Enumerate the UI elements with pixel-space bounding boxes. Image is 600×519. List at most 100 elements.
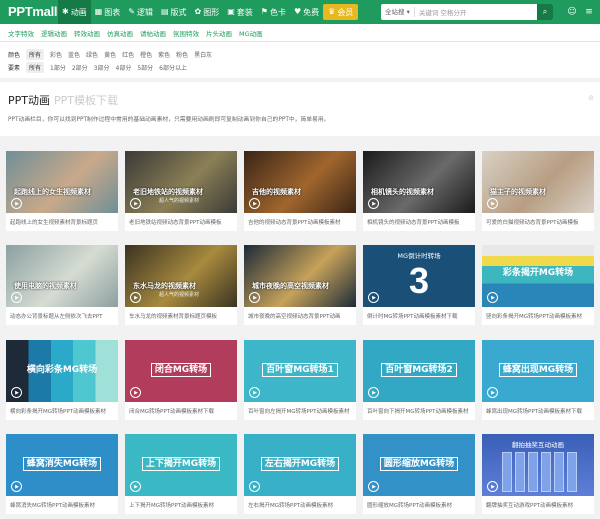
template-card[interactable]: MG倒计时转场 3 ▶ 倒计时MG转场PPT动画模板素材下载	[363, 245, 475, 325]
play-icon[interactable]: ▶	[487, 198, 498, 209]
subnav-link[interactable]: 文字特效	[8, 28, 34, 38]
filter-option[interactable]: 3部分	[94, 63, 110, 72]
template-card[interactable]: 起跑线上的女生视频素材 ▶ 起跑线上的女生视频素材背景标题页	[6, 151, 118, 231]
card-caption[interactable]: 城市夜晚的高空视频动态背景PPT动画	[248, 312, 354, 320]
nav-item-7[interactable]: ♥ 免费	[290, 0, 323, 24]
subnav-link[interactable]: 片头动画	[206, 28, 232, 38]
template-card[interactable]: 东水马龙的视频素材 超人气的视频素材 ▶ 车水马龙的视频素材背景标题页模板	[125, 245, 237, 325]
nav-item-5[interactable]: ▣ 套装	[223, 0, 257, 24]
template-card[interactable]: 上下揭开MG转场 ▶ 上下揭开MG转场PPT动画模板素材	[125, 434, 237, 514]
filter-option[interactable]: 所有	[26, 62, 45, 73]
subnav-link[interactable]: 请帖动画	[140, 28, 166, 38]
card-caption[interactable]: 上下揭开MG转场PPT动画模板素材	[129, 501, 235, 509]
nav-item-8[interactable]: ♛ 会员	[323, 4, 359, 20]
card-caption[interactable]: 翻牌抽奖互动游戏PPT动画模板素材	[486, 501, 592, 509]
card-caption[interactable]: 吉他的视频动态背景PPT动画模板素材	[248, 218, 354, 226]
play-icon[interactable]: ▶	[11, 198, 22, 209]
filter-option[interactable]: 红色	[122, 50, 134, 59]
play-icon[interactable]: ▶	[11, 481, 22, 492]
card-caption[interactable]: 相机镜头的视频动态背景PPT动画模板	[367, 218, 473, 226]
template-card[interactable]: 相机镜头的视频素材 ▶ 相机镜头的视频动态背景PPT动画模板	[363, 151, 475, 231]
filter-option[interactable]: 1部分	[50, 63, 66, 72]
template-card[interactable]: 使用电脑的视频素材 ▶ 动态办公背景标题从左侧依次飞去PPT	[6, 245, 118, 325]
play-icon[interactable]: ▶	[368, 387, 379, 398]
play-icon[interactable]: ▶	[368, 481, 379, 492]
play-icon[interactable]: ▶	[130, 387, 141, 398]
filter-option[interactable]: 绿色	[86, 50, 98, 59]
card-thumbnail[interactable]: 闭合MG转场 ▶	[125, 340, 237, 402]
play-icon[interactable]: ▶	[130, 481, 141, 492]
card-thumbnail[interactable]: 圆形缩放MG转场 ▶	[363, 434, 475, 496]
card-thumbnail[interactable]: 相机镜头的视频素材 ▶	[363, 151, 475, 213]
card-thumbnail[interactable]: 百叶窗MG转场2 ▶	[363, 340, 475, 402]
filter-option[interactable]: 彩色	[50, 50, 62, 59]
template-card[interactable]: 横向彩条MG转场 ▶ 横向彩条揭开MG转场PPT动画模板素材	[6, 340, 118, 420]
template-card[interactable]: 猫主子的视频素材 ▶ 可爱的白猫视频动态背景PPT动画模板	[482, 151, 594, 231]
card-thumbnail[interactable]: 彩条揭开MG转场 ▶	[482, 245, 594, 307]
template-card[interactable]: 吉他的视频素材 ▶ 吉他的视频动态背景PPT动画模板素材	[244, 151, 356, 231]
filter-option[interactable]: 5部分	[137, 63, 153, 72]
play-icon[interactable]: ▶	[130, 292, 141, 303]
card-thumbnail[interactable]: 横向彩条MG转场 ▶	[6, 340, 118, 402]
card-thumbnail[interactable]: 蜂窝出现MG转场 ▶	[482, 340, 594, 402]
play-icon[interactable]: ▶	[487, 292, 498, 303]
subnav-link[interactable]: 逻辑动画	[41, 28, 67, 38]
filter-option[interactable]: 橙色	[140, 50, 152, 59]
play-icon[interactable]: ▶	[487, 387, 498, 398]
nav-item-6[interactable]: ⚑ 色卡	[257, 0, 290, 24]
search-scope-select[interactable]: 全站搜 ▾	[381, 7, 415, 17]
subnav-link[interactable]: 转效动画	[74, 28, 100, 38]
filter-option[interactable]: 6部分以上	[159, 63, 187, 72]
card-caption[interactable]: 竖向彩条揭开MG转场PPT动画模板素材	[486, 312, 592, 320]
card-caption[interactable]: 起跑线上的女生视频素材背景标题页	[10, 218, 116, 226]
subnav-link[interactable]: 氛围特效	[173, 28, 199, 38]
play-icon[interactable]: ▶	[249, 481, 260, 492]
nav-item-4[interactable]: ✿ 图形	[191, 0, 224, 24]
card-thumbnail[interactable]: 上下揭开MG转场 ▶	[125, 434, 237, 496]
card-thumbnail[interactable]: 城市夜晚的高空视频素材 ▶	[244, 245, 356, 307]
menu-icon[interactable]: ≡	[581, 4, 597, 20]
play-icon[interactable]: ▶	[368, 292, 379, 303]
card-caption[interactable]: 蜂窝出现MG转场PPT动画模板素材下载	[486, 407, 592, 415]
card-thumbnail[interactable]: 左右揭开MG转场 ▶	[244, 434, 356, 496]
rss-icon[interactable]: ⊘	[588, 94, 594, 102]
play-icon[interactable]: ▶	[249, 198, 260, 209]
card-caption[interactable]: 蜂窝消失MG转场PPT动画模板素材	[10, 501, 116, 509]
filter-option[interactable]: 黄色	[104, 50, 116, 59]
search-icon[interactable]: ⌕	[537, 4, 553, 20]
nav-item-0[interactable]: ✱ 动画	[58, 0, 91, 24]
template-card[interactable]: 百叶窗MG转场1 ▶ 百叶窗向左揭开MG转场PPT动画模板素材	[244, 340, 356, 420]
subnav-link[interactable]: MG动画	[239, 28, 263, 38]
play-icon[interactable]: ▶	[249, 292, 260, 303]
card-caption[interactable]: 动态办公背景标题从左侧依次飞去PPT	[10, 312, 116, 320]
play-icon[interactable]: ▶	[130, 198, 141, 209]
card-thumbnail[interactable]: 吉他的视频素材 ▶	[244, 151, 356, 213]
play-icon[interactable]: ▶	[487, 481, 498, 492]
subnav-link[interactable]: 仿真动画	[107, 28, 133, 38]
card-caption[interactable]: 左右揭开MG转场PPT动画模板素材	[248, 501, 354, 509]
card-thumbnail[interactable]: 猫主子的视频素材 ▶	[482, 151, 594, 213]
filter-option[interactable]: 黑白灰	[194, 50, 212, 59]
card-thumbnail[interactable]: 翻拍抽奖互动动画 ▶	[482, 434, 594, 496]
template-card[interactable]: 蜂窝出现MG转场 ▶ 蜂窝出现MG转场PPT动画模板素材下载	[482, 340, 594, 420]
template-card[interactable]: 百叶窗MG转场2 ▶ 百叶窗向下揭开MG转场PPT动画模板素材	[363, 340, 475, 420]
nav-item-1[interactable]: ▦ 图表	[91, 0, 125, 24]
card-thumbnail[interactable]: 东水马龙的视频素材 超人气的视频素材 ▶	[125, 245, 237, 307]
nav-item-3[interactable]: ▤ 版式	[157, 0, 191, 24]
play-icon[interactable]: ▶	[249, 387, 260, 398]
filter-option[interactable]: 紫色	[158, 50, 170, 59]
card-caption[interactable]: 倒计时MG转场PPT动画模板素材下载	[367, 312, 473, 320]
card-caption[interactable]: 闭合MG转场PPT动画模板素材下载	[129, 407, 235, 415]
site-logo[interactable]: PPTmall	[0, 0, 58, 24]
card-thumbnail[interactable]: 使用电脑的视频素材 ▶	[6, 245, 118, 307]
template-card[interactable]: 闭合MG转场 ▶ 闭合MG转场PPT动画模板素材下载	[125, 340, 237, 420]
template-card[interactable]: 彩条揭开MG转场 ▶ 竖向彩条揭开MG转场PPT动画模板素材	[482, 245, 594, 325]
filter-option[interactable]: 所有	[26, 49, 45, 60]
play-icon[interactable]: ▶	[11, 292, 22, 303]
card-caption[interactable]: 圆形缩放MG转场PPT动画模板素材	[367, 501, 473, 509]
card-thumbnail[interactable]: MG倒计时转场 3 ▶	[363, 245, 475, 307]
nav-item-2[interactable]: ✎ 逻辑	[124, 0, 157, 24]
card-thumbnail[interactable]: 百叶窗MG转场1 ▶	[244, 340, 356, 402]
template-card[interactable]: 蜂窝消失MG转场 ▶ 蜂窝消失MG转场PPT动画模板素材	[6, 434, 118, 514]
filter-option[interactable]: 粉色	[176, 50, 188, 59]
